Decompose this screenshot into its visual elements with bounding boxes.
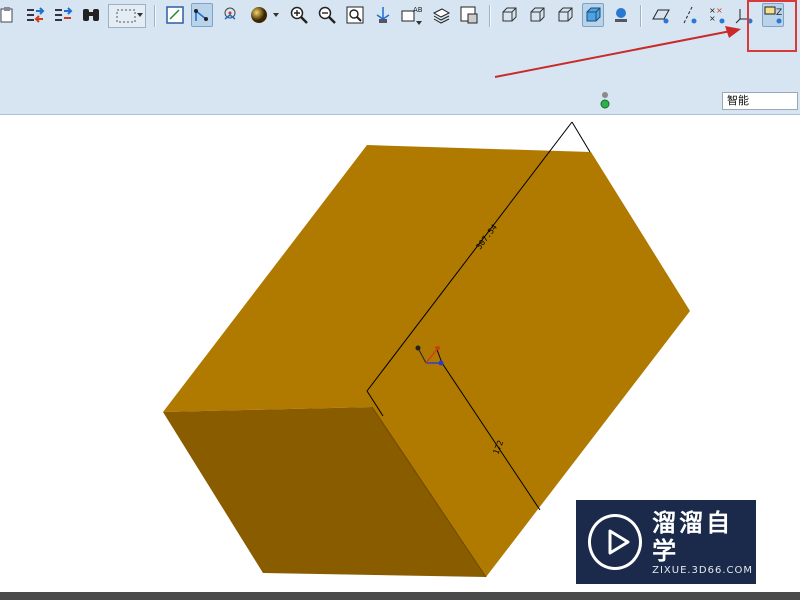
zoom-out-icon[interactable] — [316, 3, 338, 27]
watermark-text: 溜溜自学 ZIXUE.3D66.COM — [652, 509, 756, 576]
saved-views-dropdown-icon[interactable] — [416, 21, 422, 25]
toolbar-separator — [640, 5, 642, 27]
reorient-icon[interactable] — [372, 3, 394, 27]
toolbar-separator — [154, 5, 156, 27]
regenerate-icon[interactable] — [24, 3, 46, 27]
select-dropdown-icon[interactable] — [137, 13, 143, 17]
datum-display-icon[interactable] — [191, 3, 213, 27]
datum-points-icon[interactable]: × × × — [706, 3, 728, 27]
svg-text:×: × — [709, 14, 716, 23]
no-hidden-icon[interactable] — [554, 3, 576, 27]
dimension-extension — [571, 121, 591, 153]
play-logo-icon — [588, 514, 643, 570]
watermark-title: 溜溜自学 — [652, 508, 734, 565]
refit-icon[interactable] — [344, 3, 366, 27]
zoom-in-icon[interactable] — [288, 3, 310, 27]
svg-text:×: × — [716, 6, 723, 15]
appearance-sphere-icon[interactable] — [248, 3, 270, 27]
datum-planes-icon[interactable] — [650, 3, 672, 27]
spin-center-icon[interactable] — [219, 3, 241, 27]
sketch-view-icon[interactable] — [164, 3, 186, 27]
watermark-panel: 溜溜自学 ZIXUE.3D66.COM — [576, 500, 756, 584]
svg-text:AB: AB — [413, 6, 422, 14]
traffic-light-icon — [598, 90, 612, 112]
find-binoculars-icon[interactable] — [80, 3, 102, 27]
datum-axes-icon[interactable] — [678, 3, 700, 27]
layers-icon[interactable] — [430, 3, 452, 27]
appearance-dropdown-icon[interactable] — [273, 13, 279, 17]
paste-icon[interactable] — [0, 3, 18, 27]
regenerate-manager-icon[interactable] — [52, 3, 74, 27]
main-toolbar: AB × × × Z 智能 — [0, 0, 800, 115]
model-tree-icon[interactable] — [610, 3, 632, 27]
bottom-status-bar — [0, 592, 800, 600]
shading-icon[interactable] — [582, 3, 604, 27]
toolbar-icon-row: AB × × × Z — [0, 3, 800, 29]
selection-filter-field[interactable]: 智能 — [722, 92, 798, 110]
wireframe-icon[interactable] — [498, 3, 520, 27]
watermark-subtitle: ZIXUE.3D66.COM — [652, 564, 754, 576]
toolbar-separator — [489, 5, 491, 27]
hidden-line-icon[interactable] — [526, 3, 548, 27]
view-manager-icon[interactable] — [458, 3, 480, 27]
highlight-box — [747, 0, 797, 52]
